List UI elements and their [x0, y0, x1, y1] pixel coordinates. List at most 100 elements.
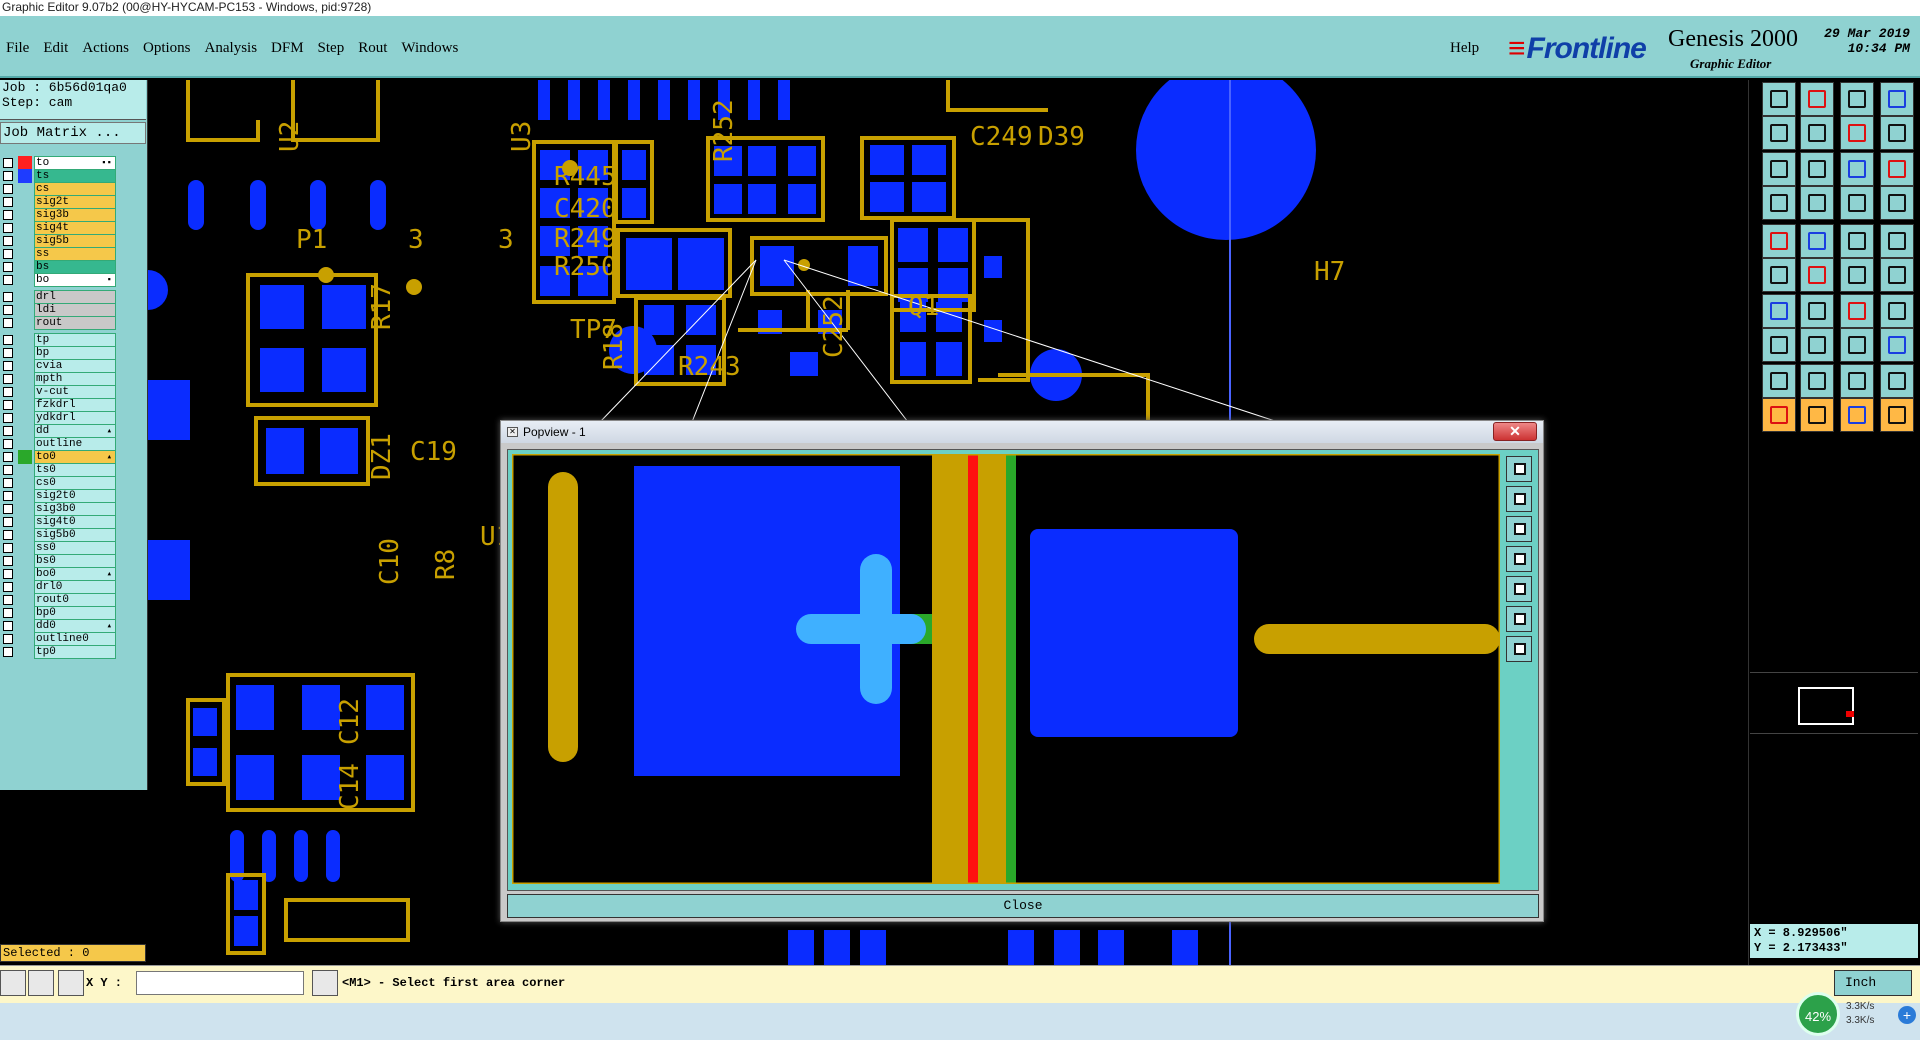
pointer-move-icon[interactable] [1880, 398, 1914, 432]
layer-checkbox[interactable] [3, 197, 13, 207]
layer-color-swatch[interactable] [18, 528, 32, 542]
layer-checkbox[interactable] [3, 262, 13, 272]
add-pad-icon[interactable] [1762, 328, 1796, 362]
layer-checkbox[interactable] [3, 387, 13, 397]
layer-row-dd0[interactable]: dd0 ▴ [0, 619, 118, 633]
layer-color-swatch[interactable] [18, 208, 32, 222]
layer-name[interactable]: rout [34, 316, 116, 330]
layer-checkbox[interactable] [3, 452, 13, 462]
layer-color-swatch[interactable] [18, 424, 32, 438]
prev-view-icon[interactable] [1762, 116, 1796, 150]
layer-color-swatch[interactable] [18, 437, 32, 451]
layer-checkbox[interactable] [3, 249, 13, 259]
pointer-select-icon[interactable] [1762, 398, 1796, 432]
layer-name[interactable]: ldi [34, 303, 116, 317]
layer-name[interactable]: mpth [34, 372, 116, 386]
layer-row-sig5b[interactable]: sig5b [0, 234, 118, 248]
info-icon[interactable] [312, 970, 338, 996]
redraw-icon[interactable] [1880, 116, 1914, 150]
layer-color-swatch[interactable] [18, 260, 32, 274]
set-origin-icon[interactable] [1880, 82, 1914, 116]
layer-color-swatch[interactable] [18, 411, 32, 425]
layer-name[interactable]: to0 ▴ [34, 450, 116, 464]
layer-row-mpth[interactable]: mpth [0, 372, 118, 386]
layer-name[interactable]: cs0 [34, 476, 116, 490]
layer-checkbox[interactable] [3, 595, 13, 605]
layer-checkbox[interactable] [3, 517, 13, 527]
layer-name[interactable]: drl0 [34, 580, 116, 594]
layer-name[interactable]: ss0 [34, 541, 116, 555]
layer-row-ts0[interactable]: ts0 [0, 463, 118, 477]
layer-color-swatch[interactable] [18, 502, 32, 516]
measure-icon[interactable] [28, 970, 54, 996]
network-usage-badge[interactable]: 42% [1796, 992, 1840, 1036]
add-line-icon[interactable] [1800, 328, 1834, 362]
layer-color-swatch[interactable] [18, 385, 32, 399]
job-matrix-button[interactable]: Job Matrix ... [0, 122, 146, 144]
copy-feature-icon[interactable] [1880, 328, 1914, 362]
menu-step[interactable]: Step [318, 40, 345, 57]
layer-checkbox[interactable] [3, 530, 13, 540]
layer-checkbox[interactable] [3, 465, 13, 475]
overview-minimap[interactable] [1750, 672, 1918, 734]
layer-name[interactable]: ts0 [34, 463, 116, 477]
menu-dfm[interactable]: DFM [271, 40, 304, 57]
triangle-4-icon[interactable] [1880, 364, 1914, 398]
pv-zoom-area-button[interactable] [1506, 606, 1532, 632]
layer-checkbox[interactable] [3, 439, 13, 449]
layer-row-fzkdrl[interactable]: fzkdrl [0, 398, 118, 412]
layer-name[interactable]: sig4t [34, 221, 116, 235]
layer-row-drl0[interactable]: drl0 [0, 580, 118, 594]
layer-color-swatch[interactable] [18, 195, 32, 209]
layer-row-bo0[interactable]: bo0 ▴ [0, 567, 118, 581]
menu-windows[interactable]: Windows [401, 40, 458, 57]
layer-checkbox[interactable] [3, 335, 13, 345]
zoom-fit-icon[interactable] [1762, 152, 1796, 186]
grid-icon[interactable] [58, 970, 84, 996]
triangle-3-icon[interactable] [1840, 364, 1874, 398]
layer-name[interactable]: outline0 [34, 632, 116, 646]
layer-color-swatch[interactable] [18, 632, 32, 646]
layer-row-bs[interactable]: bs [0, 260, 118, 274]
layer-row-outline0[interactable]: outline0 [0, 632, 118, 646]
feature-info-icon[interactable] [1880, 258, 1914, 292]
layer-row-sig2t0[interactable]: sig2t0 [0, 489, 118, 503]
layer-color-swatch[interactable] [18, 221, 32, 235]
layer-checkbox[interactable] [3, 634, 13, 644]
layer-color-swatch[interactable] [18, 182, 32, 196]
layer-row-ldi[interactable]: ldi [0, 303, 118, 317]
layer-color-swatch[interactable] [18, 359, 32, 373]
layer-color-swatch[interactable] [18, 156, 32, 170]
layer-row-to[interactable]: to ▪▪ [0, 156, 118, 170]
frontline-tool-icon[interactable] [1880, 294, 1914, 328]
layer-checkbox[interactable] [3, 478, 13, 488]
route-path-icon[interactable] [1840, 294, 1874, 328]
layer-name[interactable]: bp0 [34, 606, 116, 620]
layer-color-swatch[interactable] [18, 398, 32, 412]
layer-name[interactable]: cvia [34, 359, 116, 373]
menu-rout[interactable]: Rout [358, 40, 387, 57]
measure-dist-icon[interactable] [1880, 186, 1914, 220]
layer-row-cvia[interactable]: cvia [0, 359, 118, 373]
layer-checkbox[interactable] [3, 318, 13, 328]
layer-checkbox[interactable] [3, 236, 13, 246]
layer-name[interactable]: drl [34, 290, 116, 304]
layer-checkbox[interactable] [3, 292, 13, 302]
draw-pad-icon[interactable] [1762, 224, 1796, 258]
layer-row-v-cut[interactable]: v-cut [0, 385, 118, 399]
layer-name[interactable]: dd0 ▴ [34, 619, 116, 633]
layer-color-swatch[interactable] [18, 593, 32, 607]
layer-name[interactable]: ydkdrl [34, 411, 116, 425]
scale-1-2-icon[interactable] [1840, 152, 1874, 186]
layer-color-swatch[interactable] [18, 169, 32, 183]
layer-name[interactable]: rout0 [34, 593, 116, 607]
move-point-icon[interactable] [1840, 258, 1874, 292]
layer-row-sig2t[interactable]: sig2t [0, 195, 118, 209]
layer-name[interactable]: tp [34, 333, 116, 347]
layer-row-sig3b[interactable]: sig3b [0, 208, 118, 222]
layer-row-ydkdrl[interactable]: ydkdrl [0, 411, 118, 425]
layer-checkbox[interactable] [3, 569, 13, 579]
layer-row-ss[interactable]: ss [0, 247, 118, 261]
layer-color-swatch[interactable] [18, 515, 32, 529]
zoom-home-icon[interactable] [1800, 152, 1834, 186]
